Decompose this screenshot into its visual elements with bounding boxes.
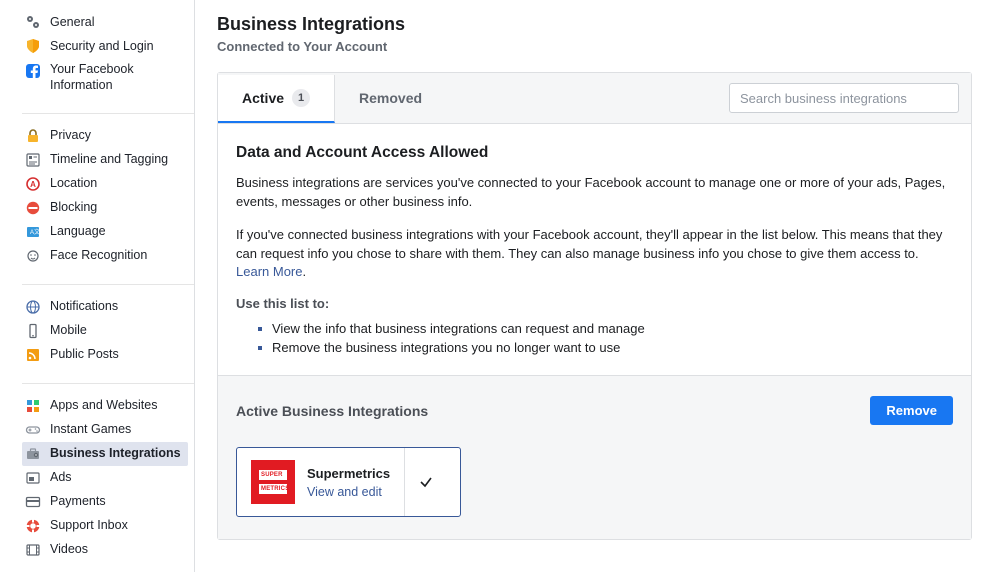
list-title: Use this list to:	[236, 296, 953, 311]
tab-label: Removed	[359, 90, 422, 106]
globe-icon	[24, 298, 42, 316]
lock-icon	[24, 127, 42, 145]
lifesaver-icon	[24, 517, 42, 535]
sidebar-item-location[interactable]: A Location	[22, 172, 188, 196]
ad-icon	[24, 469, 42, 487]
check-icon	[419, 475, 433, 489]
app-logo: SUPER METRICS	[251, 460, 295, 504]
sidebar-item-label: Videos	[50, 541, 88, 557]
info-section: Data and Account Access Allowed Business…	[218, 124, 971, 375]
tab-active[interactable]: Active 1	[218, 75, 335, 123]
sidebar-item-label: Payments	[50, 493, 106, 509]
sidebar-item-label: General	[50, 14, 94, 30]
sidebar-item-label: Privacy	[50, 127, 91, 143]
block-icon	[24, 199, 42, 217]
tab-removed[interactable]: Removed	[335, 76, 446, 120]
sidebar-item-support[interactable]: Support Inbox	[22, 514, 188, 538]
select-checkbox[interactable]	[404, 448, 447, 516]
active-integrations-section: Active Business Integrations Remove SUPE…	[218, 375, 971, 539]
sidebar-item-blocking[interactable]: Blocking	[22, 196, 188, 220]
intro-paragraph-1: Business integrations are services you'v…	[236, 174, 953, 212]
card-icon	[24, 493, 42, 511]
sidebar-item-label: Business Integrations	[50, 445, 181, 461]
gears-icon	[24, 13, 42, 31]
tab-bar: Active 1 Removed	[218, 73, 971, 124]
list-item: View the info that business integrations…	[258, 319, 953, 338]
sidebar-item-label: Timeline and Tagging	[50, 151, 168, 167]
tab-label: Active	[242, 90, 284, 106]
sidebar-item-privacy[interactable]: Privacy	[22, 124, 188, 148]
active-integrations-title: Active Business Integrations	[236, 403, 428, 419]
sidebar-item-face-recognition[interactable]: Face Recognition	[22, 244, 188, 268]
sidebar-item-label: Instant Games	[50, 421, 131, 437]
settings-sidebar: General Security and Login Your Facebook…	[0, 0, 195, 572]
mobile-icon	[24, 322, 42, 340]
shield-icon	[24, 37, 42, 55]
apps-icon	[24, 397, 42, 415]
search-input[interactable]	[729, 83, 959, 113]
intro-paragraph-2: If you've connected business integration…	[236, 226, 953, 283]
sidebar-item-general[interactable]: General	[22, 10, 188, 34]
sidebar-item-label: Ads	[50, 469, 72, 485]
view-and-edit-link[interactable]: View and edit	[307, 485, 390, 499]
sidebar-item-games[interactable]: Instant Games	[22, 418, 188, 442]
sidebar-item-videos[interactable]: Videos	[22, 538, 188, 562]
sidebar-item-your-info[interactable]: Your Facebook Information	[22, 58, 188, 97]
list-item: Remove the business integrations you no …	[258, 338, 953, 357]
usage-list: View the info that business integrations…	[258, 319, 953, 357]
sidebar-item-apps[interactable]: Apps and Websites	[22, 394, 188, 418]
tag-icon	[24, 151, 42, 169]
app-name: Supermetrics	[307, 466, 390, 481]
main-content: Business Integrations Connected to Your …	[195, 0, 986, 572]
sidebar-item-payments[interactable]: Payments	[22, 490, 188, 514]
svg-text:文: 文	[34, 228, 40, 236]
integration-card[interactable]: SUPER METRICS Supermetrics View and edit	[236, 447, 461, 517]
sidebar-item-label: Notifications	[50, 298, 118, 314]
face-icon	[24, 247, 42, 265]
sidebar-item-ads[interactable]: Ads	[22, 466, 188, 490]
tab-active-count: 1	[292, 89, 310, 107]
svg-text:A: A	[30, 180, 36, 189]
sidebar-item-label: Mobile	[50, 322, 87, 338]
sidebar-item-timeline[interactable]: Timeline and Tagging	[22, 148, 188, 172]
integrations-panel: Active 1 Removed Data and Account Access…	[217, 72, 972, 540]
sidebar-item-label: Public Posts	[50, 346, 119, 362]
sidebar-item-label: Security and Login	[50, 38, 154, 54]
language-icon: A文	[24, 223, 42, 241]
sidebar-divider	[22, 113, 194, 114]
learn-more-link[interactable]: Learn More	[236, 264, 302, 279]
location-icon: A	[24, 175, 42, 193]
sidebar-item-label: Apps and Websites	[50, 397, 157, 413]
remove-button[interactable]: Remove	[870, 396, 953, 425]
sidebar-item-security[interactable]: Security and Login	[22, 34, 188, 58]
sidebar-item-notifications[interactable]: Notifications	[22, 295, 188, 319]
page-title: Business Integrations	[217, 14, 972, 35]
page-subtitle: Connected to Your Account	[217, 39, 972, 54]
sidebar-item-label: Support Inbox	[50, 517, 128, 533]
sidebar-item-public-posts[interactable]: Public Posts	[22, 343, 188, 367]
feed-icon	[24, 346, 42, 364]
section-heading: Data and Account Access Allowed	[236, 144, 953, 162]
sidebar-item-label: Language	[50, 223, 106, 239]
sidebar-item-label: Location	[50, 175, 97, 191]
facebook-badge-icon	[24, 62, 42, 80]
sidebar-divider	[22, 383, 194, 384]
sidebar-item-label: Your Facebook Information	[50, 61, 182, 94]
games-icon	[24, 421, 42, 439]
sidebar-item-mobile[interactable]: Mobile	[22, 319, 188, 343]
film-icon	[24, 541, 42, 559]
briefcase-gear-icon	[24, 445, 42, 463]
sidebar-item-label: Blocking	[50, 199, 97, 215]
sidebar-item-business-integrations[interactable]: Business Integrations	[22, 442, 188, 466]
sidebar-item-language[interactable]: A文 Language	[22, 220, 188, 244]
sidebar-item-label: Face Recognition	[50, 247, 147, 263]
sidebar-divider	[22, 284, 194, 285]
